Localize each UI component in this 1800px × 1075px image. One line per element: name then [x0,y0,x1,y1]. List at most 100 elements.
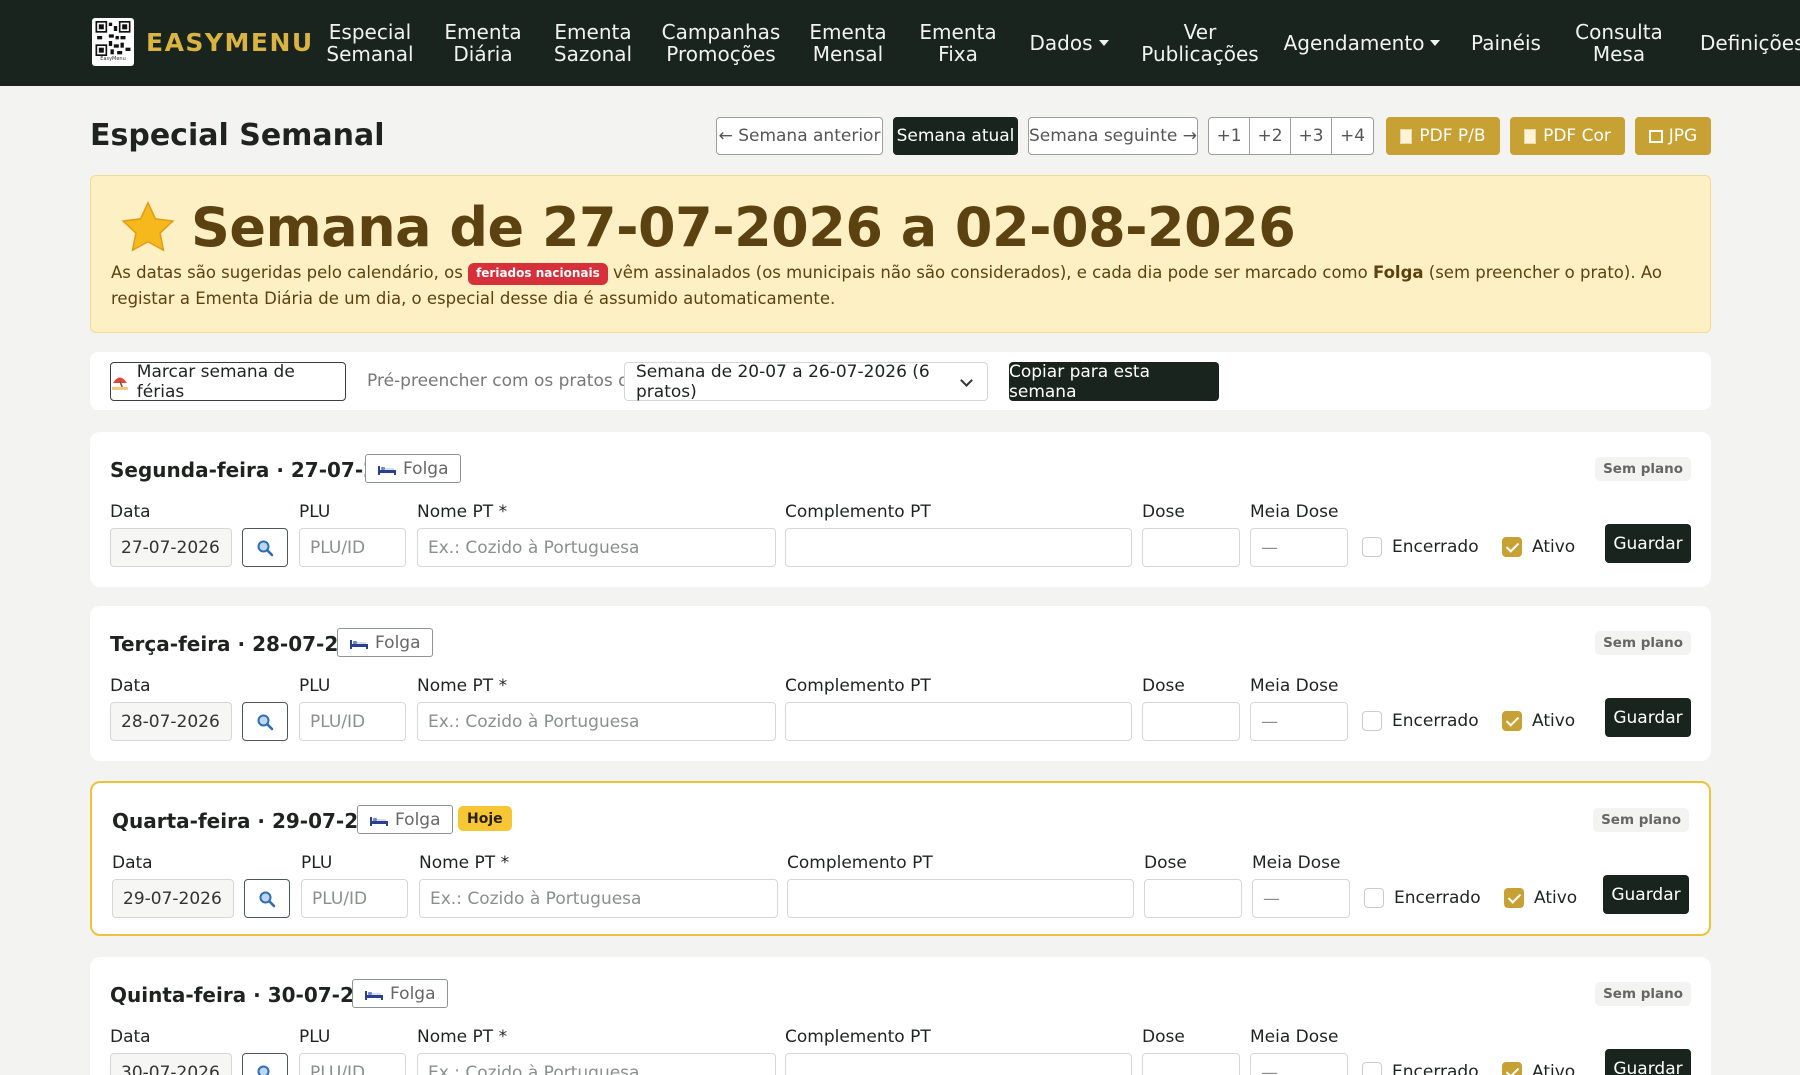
name-label: Nome PT * [417,1027,508,1047]
plu-input[interactable] [301,879,408,918]
complement-pt-input[interactable] [785,702,1132,741]
brand[interactable]: EasyMenu EASYMENU [92,18,314,66]
day-card-3: Quarta-feira · 29-07-2026 Folga Hoje Sem… [90,781,1711,936]
offset-plus-2-button[interactable]: +2 [1250,118,1291,154]
complement-pt-input[interactable] [785,1053,1132,1075]
active-label: Ativo [1532,711,1576,731]
beach-umbrella-icon [111,377,128,390]
nav-consulta-mesa[interactable]: Consulta Mesa [1566,0,1672,86]
current-week-button[interactable]: Semana atual [893,117,1018,155]
date-field[interactable] [110,702,232,741]
name-pt-input[interactable] [419,879,778,918]
week-banner: Semana de 27-07-2026 a 02-08-2026 As dat… [90,175,1711,333]
search-dish-button[interactable] [244,879,290,918]
save-button[interactable]: Guardar [1605,524,1691,563]
dose-label: Dose [1142,502,1185,522]
search-dish-button[interactable] [242,1053,288,1075]
half-dose-label: Meia Dose [1250,1027,1339,1047]
date-field[interactable] [110,528,232,567]
no-plan-badge: Sem plano [1595,631,1691,655]
plu-input[interactable] [299,1053,406,1075]
today-badge: Hoje [458,806,512,831]
pdf-bw-button[interactable]: PDF P/B [1386,117,1500,155]
save-button[interactable]: Guardar [1605,698,1691,737]
dose-input[interactable] [1142,528,1240,567]
offset-plus-1-button[interactable]: +1 [1209,118,1250,154]
dose-label: Dose [1142,676,1185,696]
prefill-label: Pré-preencher com os pratos de: [367,371,646,391]
search-dish-button[interactable] [242,528,288,567]
day-card-2: Terça-feira · 28-07-2026 Folga Sem plano… [90,606,1711,761]
date-field[interactable] [112,879,234,918]
search-dish-button[interactable] [242,702,288,741]
complement-pt-input[interactable] [785,528,1132,567]
dose-input[interactable] [1142,702,1240,741]
complement-pt-input[interactable] [787,879,1134,918]
half-dose-label: Meia Dose [1250,676,1339,696]
active-label: Ativo [1534,888,1578,908]
star-icon [121,200,175,252]
document-icon [1400,128,1413,144]
plu-label: PLU [299,1027,331,1047]
copy-to-week-button[interactable]: Copiar para esta semana [1009,362,1219,402]
half-dose-input[interactable] [1250,702,1348,741]
pdf-color-button[interactable]: PDF Cor [1510,117,1625,155]
nav-dados-dropdown[interactable]: Dados [1016,0,1122,86]
next-week-button[interactable]: Semana seguinte → [1028,117,1198,155]
nav-ementa-sazonal[interactable]: Ementa Sazonal [540,0,646,86]
nav-ementa-mensal[interactable]: Ementa Mensal [796,0,900,86]
nav-ver-publicacoes[interactable]: Ver Publicações [1136,0,1264,86]
search-icon [259,891,276,907]
closed-checkbox[interactable] [1362,1062,1382,1075]
half-dose-input[interactable] [1252,879,1350,918]
date-label: Data [110,502,151,522]
folga-toggle-button[interactable]: Folga [357,805,453,834]
active-checkbox[interactable] [1504,888,1524,908]
save-button[interactable]: Guardar [1603,875,1689,914]
closed-checkbox[interactable] [1364,888,1384,908]
day-card-4: Quinta-feira · 30-07-2026 Folga Sem plan… [90,957,1711,1075]
name-pt-input[interactable] [417,702,776,741]
nav-especial-semanal[interactable]: Especial Semanal [316,0,424,86]
qr-caption: EasyMenu [100,56,126,62]
name-pt-input[interactable] [417,528,776,567]
offset-plus-3-button[interactable]: +3 [1291,118,1332,154]
jpg-button[interactable]: JPG [1635,117,1711,155]
closed-label: Encerrado [1392,537,1479,557]
active-checkbox[interactable] [1502,537,1522,557]
active-checkbox[interactable] [1502,711,1522,731]
offset-plus-4-button[interactable]: +4 [1332,118,1373,154]
folga-toggle-button[interactable]: Folga [352,979,448,1008]
closed-checkbox[interactable] [1362,537,1382,557]
half-dose-label: Meia Dose [1250,502,1339,522]
plu-input[interactable] [299,702,406,741]
name-pt-input[interactable] [417,1053,776,1075]
nav-paineis[interactable]: Painéis [1460,0,1552,86]
nav-ementa-diaria[interactable]: Ementa Diária [430,0,536,86]
half-dose-input[interactable] [1250,1053,1348,1075]
nav-ementa-fixa[interactable]: Ementa Fixa [906,0,1010,86]
search-icon [257,714,274,730]
active-checkbox[interactable] [1502,1062,1522,1075]
dose-input[interactable] [1144,879,1242,918]
date-field[interactable] [110,1053,232,1075]
prefill-week-select[interactable]: Semana de 20-07 a 26-07-2026 (6 pratos) [624,362,988,402]
active-label: Ativo [1532,537,1576,557]
closed-label: Encerrado [1392,1062,1479,1075]
caret-down-icon [1098,40,1109,46]
nav-campanhas-promocoes[interactable]: Campanhas Promoções [656,0,786,86]
prev-week-button[interactable]: ← Semana anterior [716,117,883,155]
nav-agendamento-dropdown[interactable]: Agendamento [1284,0,1441,86]
plu-input[interactable] [299,528,406,567]
no-plan-badge: Sem plano [1595,457,1691,481]
closed-checkbox[interactable] [1362,711,1382,731]
folga-toggle-button[interactable]: Folga [337,628,433,657]
mark-vacation-week-button[interactable]: Marcar semana de férias [110,362,346,402]
dose-input[interactable] [1142,1053,1240,1075]
nav-definicoes[interactable]: Definições [1688,0,1800,86]
folga-toggle-button[interactable]: Folga [365,454,461,483]
search-icon [257,1065,270,1075]
half-dose-input[interactable] [1250,528,1348,567]
save-button[interactable]: Guardar [1605,1049,1691,1075]
bed-icon [365,990,383,1000]
